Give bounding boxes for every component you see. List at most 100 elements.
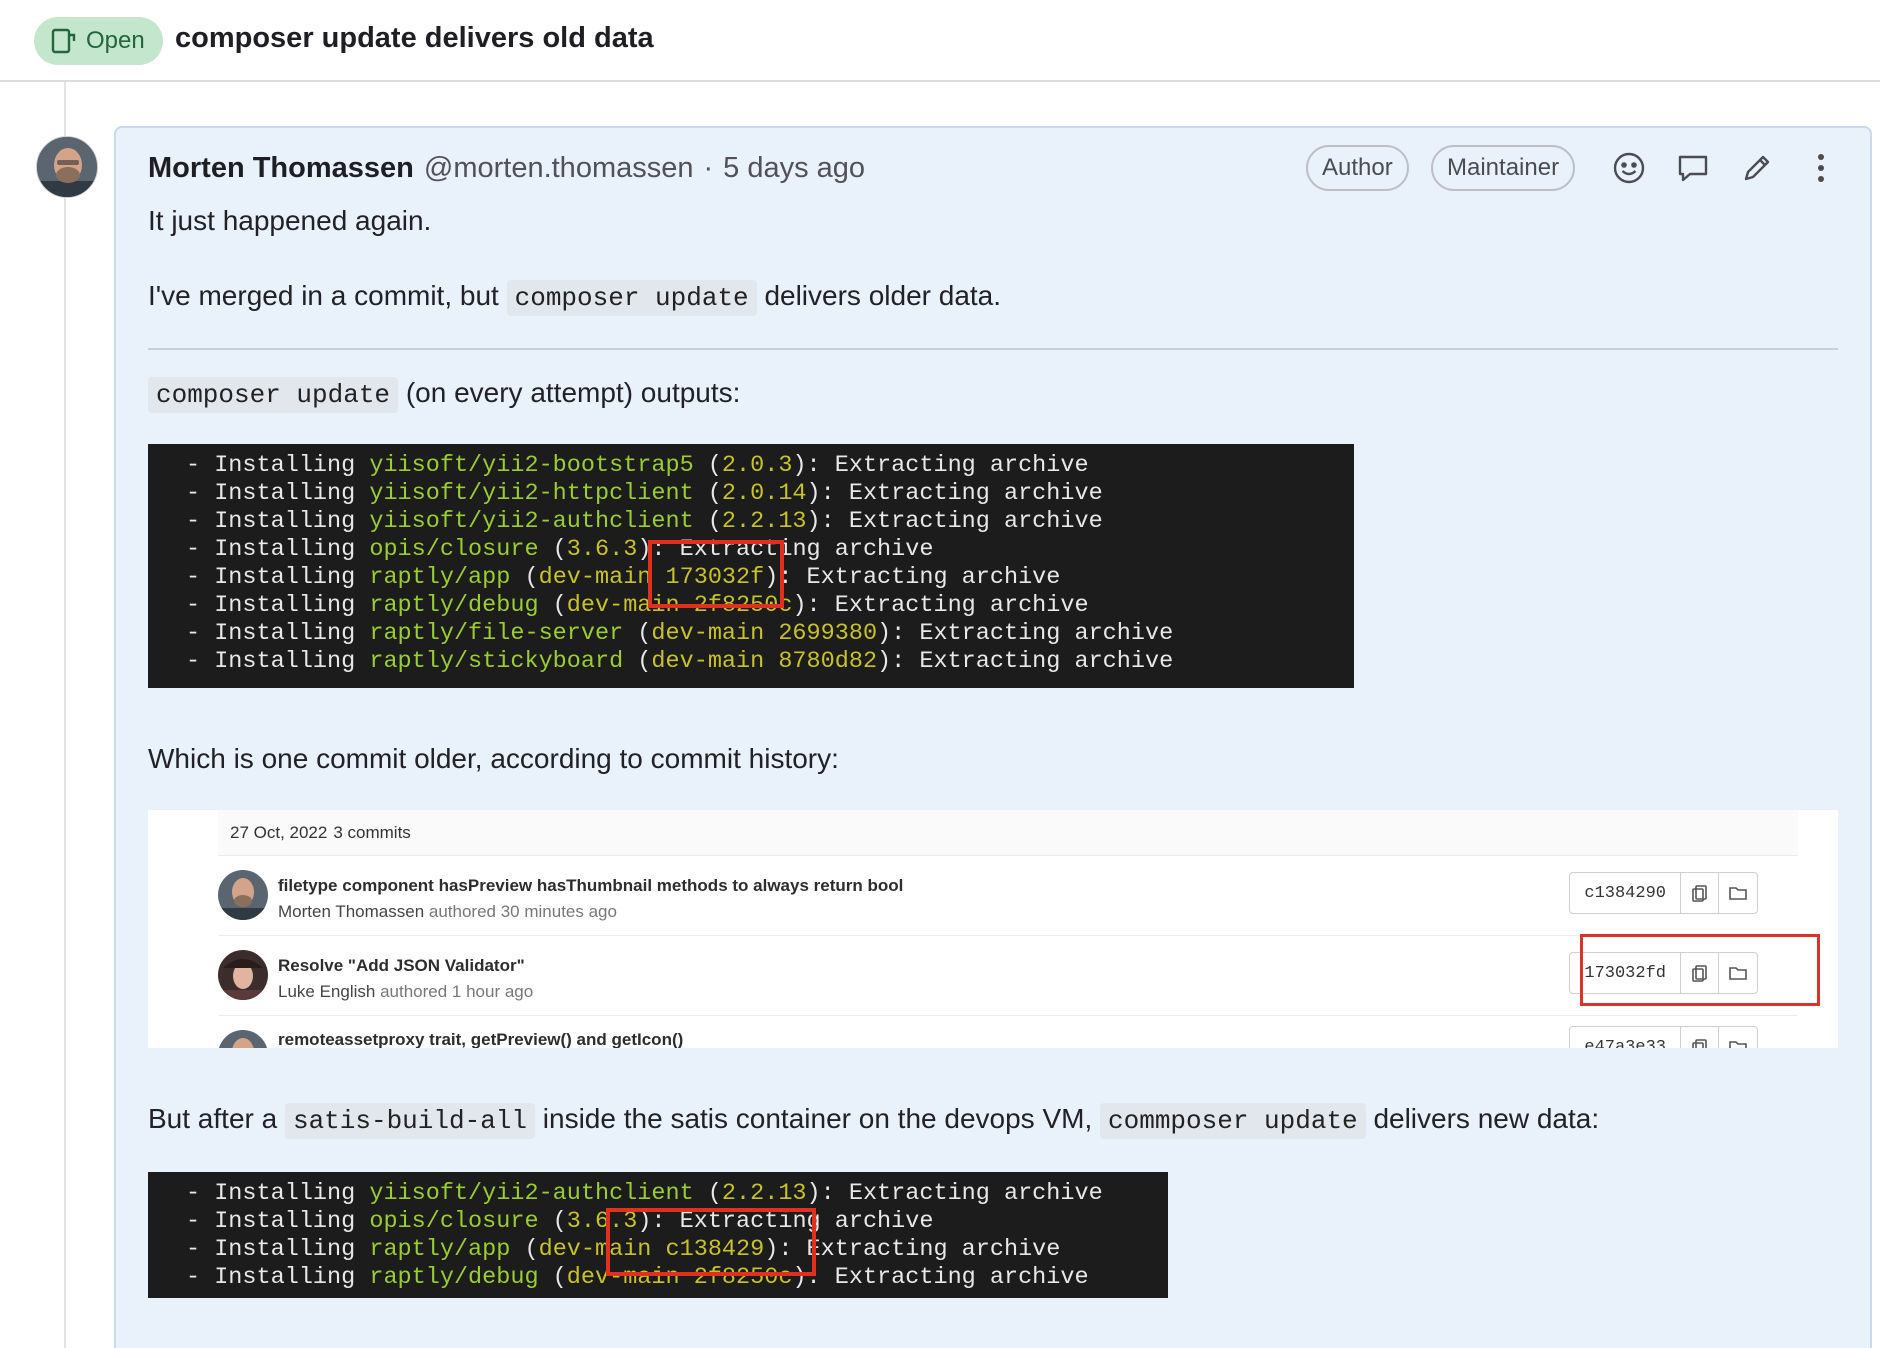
browse-files-button[interactable] bbox=[1719, 1027, 1757, 1048]
terminal-mid: ( bbox=[538, 536, 567, 563]
avatar bbox=[218, 950, 268, 1000]
issue-open-icon bbox=[51, 28, 76, 54]
terminal-pre: - Installing bbox=[186, 564, 370, 591]
commit-row[interactable]: Resolve "Add JSON Validator" Luke Englis… bbox=[218, 936, 1798, 1016]
highlight-box bbox=[1580, 934, 1820, 1006]
commit-author[interactable]: Morten Thomassen bbox=[278, 902, 424, 921]
commit-row[interactable]: filetype component hasPreview hasThumbna… bbox=[218, 856, 1798, 936]
terminal-post: ): Extracting archive bbox=[806, 480, 1103, 507]
pencil-icon bbox=[1744, 155, 1770, 181]
commit-date: 27 Oct, 2022 bbox=[230, 822, 328, 842]
terminal-ver: 2.2.13 bbox=[721, 508, 807, 535]
highlight-box bbox=[648, 540, 784, 608]
copy-sha-button[interactable] bbox=[1681, 1027, 1719, 1048]
commit-authored: authored 30 minutes ago bbox=[428, 902, 617, 921]
inline-code: commposer update bbox=[1100, 1103, 1366, 1139]
terminal-mid: ( bbox=[538, 1264, 567, 1291]
emoji-icon bbox=[1613, 152, 1645, 184]
terminal-pre: - Installing bbox=[186, 1180, 370, 1207]
terminal-pkg: raptly/file-server bbox=[369, 620, 624, 647]
author-handle[interactable]: @morten.thomassen bbox=[424, 152, 694, 185]
terminal-pkg: opis/closure bbox=[369, 536, 539, 563]
folder-icon bbox=[1729, 1041, 1747, 1048]
terminal-post: ): Extracting archive bbox=[764, 564, 1061, 591]
terminal-mid: ( bbox=[538, 1208, 567, 1235]
copy-icon bbox=[1691, 885, 1707, 902]
avatar[interactable] bbox=[36, 136, 98, 198]
paragraph-4: Which is one commit older, according to … bbox=[148, 743, 839, 774]
p5-text-a: But after a bbox=[148, 1103, 278, 1134]
terminal-mid: ( bbox=[693, 452, 722, 479]
terminal-post: ): Extracting archive bbox=[792, 1264, 1089, 1291]
commit-sha[interactable]: c1384290 bbox=[1570, 873, 1681, 913]
paragraph-3: composer update (on every attempt) outpu… bbox=[148, 377, 741, 413]
separator-dot: · bbox=[703, 152, 714, 184]
commit-title[interactable]: remoteassetproxy trait, getPreview() and… bbox=[278, 1030, 683, 1048]
note-author-line: Morten Thomassen @morten.thomassen · 5 d… bbox=[148, 152, 865, 185]
issue-status-label: Open bbox=[86, 27, 145, 54]
terminal-mid: ( bbox=[623, 620, 652, 647]
commit-title[interactable]: Resolve "Add JSON Validator" bbox=[278, 956, 525, 976]
terminal-post: ): Extracting archive bbox=[877, 620, 1174, 647]
terminal-ver: 2.0.14 bbox=[721, 480, 807, 507]
paragraph-5: But after a satis-build-all inside the s… bbox=[148, 1103, 1599, 1139]
issue-header: Open composer update delivers old data bbox=[0, 0, 1880, 82]
terminal-pkg: opis/closure bbox=[369, 1208, 539, 1235]
terminal-line: - Installing raptly/file-server (dev-mai… bbox=[186, 620, 1173, 648]
paragraph-1: It just happened again. bbox=[148, 205, 432, 236]
terminal-pre: - Installing bbox=[186, 620, 370, 647]
terminal-pre: - Installing bbox=[186, 648, 370, 675]
note-timestamp[interactable]: 5 days ago bbox=[723, 152, 865, 185]
avatar bbox=[218, 870, 268, 920]
commit-sha[interactable]: e47a3e33 bbox=[1570, 1027, 1681, 1048]
terminal-post: ): Extracting archive bbox=[792, 452, 1089, 479]
author-name[interactable]: Morten Thomassen bbox=[148, 152, 414, 185]
inline-code: composer update bbox=[148, 377, 399, 413]
terminal-ver: 3.6.3 bbox=[566, 536, 638, 563]
comment-icon bbox=[1678, 155, 1708, 182]
terminal-mid: ( bbox=[510, 1236, 539, 1263]
terminal-pkg: yiisoft/yii2-httpclient bbox=[369, 480, 694, 507]
terminal-line: - Installing yiisoft/yii2-authclient (2.… bbox=[186, 508, 1103, 536]
terminal-ver: dev-main 8780d82 bbox=[651, 648, 878, 675]
p2-text-a: I've merged in a commit, but bbox=[148, 280, 499, 311]
avatar bbox=[218, 1030, 268, 1048]
terminal-pre: - Installing bbox=[186, 536, 370, 563]
browse-files-button[interactable] bbox=[1719, 873, 1757, 913]
commit-row[interactable]: remoteassetproxy trait, getPreview() and… bbox=[218, 1016, 1798, 1048]
terminal-pkg: raptly/app bbox=[369, 1236, 511, 1263]
terminal-pkg: raptly/stickyboard bbox=[369, 648, 624, 675]
commit-author[interactable]: Luke English bbox=[278, 982, 375, 1001]
terminal-pkg: yiisoft/yii2-authclient bbox=[369, 1180, 694, 1207]
terminal-pre: - Installing bbox=[186, 1236, 370, 1263]
terminal-line: - Installing opis/closure (3.6.3): Extra… bbox=[186, 536, 933, 564]
maintainer-role-badge: Maintainer bbox=[1431, 145, 1576, 191]
edit-comment-button[interactable] bbox=[1733, 144, 1781, 192]
terminal-pkg: yiisoft/yii2-authclient bbox=[369, 508, 694, 535]
copy-icon bbox=[1691, 1039, 1707, 1048]
p5-text-b: inside the satis container on the devops… bbox=[542, 1103, 1093, 1134]
commit-count: 3 commits bbox=[333, 822, 411, 842]
terminal-screenshot-2[interactable]: - Installing yiisoft/yii2-authclient (2.… bbox=[148, 1172, 1168, 1298]
commit-sha-group: e47a3e33 bbox=[1569, 1026, 1758, 1048]
terminal-pkg: yiisoft/yii2-bootstrap5 bbox=[369, 452, 694, 479]
add-reaction-button[interactable] bbox=[1605, 144, 1653, 192]
p3-text-b: (on every attempt) outputs: bbox=[405, 377, 741, 408]
terminal-pre: - Installing bbox=[186, 1208, 370, 1235]
commit-history-screenshot[interactable]: 27 Oct, 2022 3 commits filetype componen… bbox=[148, 810, 1838, 1048]
terminal-mid: ( bbox=[623, 648, 652, 675]
commit-title[interactable]: filetype component hasPreview hasThumbna… bbox=[278, 876, 903, 896]
terminal-post: ): Extracting archive bbox=[792, 592, 1089, 619]
more-actions-button[interactable] bbox=[1797, 144, 1845, 192]
commit-meta: Morten Thomassen authored 30 minutes ago bbox=[278, 902, 617, 922]
commit-authored: authored 1 hour ago bbox=[380, 982, 534, 1001]
terminal-pre: - Installing bbox=[186, 592, 370, 619]
terminal-line: - Installing opis/closure (3.6.3): Extra… bbox=[186, 1208, 933, 1236]
terminal-mid: ( bbox=[693, 508, 722, 535]
terminal-mid: ( bbox=[538, 592, 567, 619]
more-actions-icon bbox=[1818, 154, 1824, 182]
terminal-screenshot-1[interactable]: - Installing yiisoft/yii2-bootstrap5 (2.… bbox=[148, 444, 1354, 688]
copy-sha-button[interactable] bbox=[1681, 873, 1719, 913]
terminal-line: - Installing yiisoft/yii2-bootstrap5 (2.… bbox=[186, 452, 1089, 480]
reply-button[interactable] bbox=[1669, 144, 1717, 192]
